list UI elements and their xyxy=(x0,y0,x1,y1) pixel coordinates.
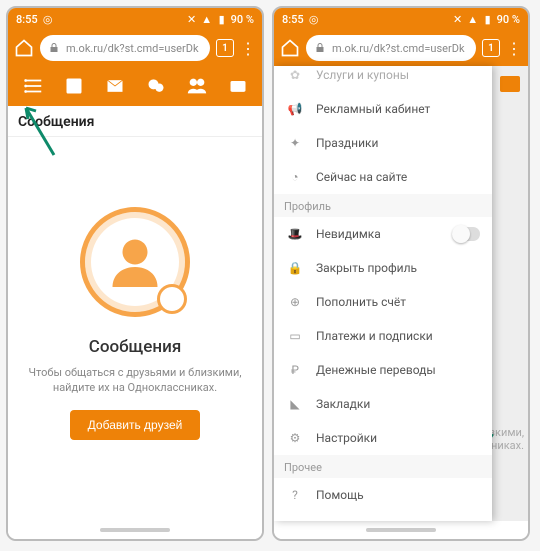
battery-icon: ▮ xyxy=(216,13,228,25)
app-icon: ◎ xyxy=(42,13,54,25)
bookmark-icon: ◣ xyxy=(286,395,304,413)
tab-count[interactable]: 1 xyxy=(482,39,500,57)
menu-item-label: Закладки xyxy=(316,397,370,411)
hamburger-icon[interactable] xyxy=(22,75,44,97)
friends-icon[interactable] xyxy=(186,75,208,97)
hat-icon: 🎩 xyxy=(286,225,304,243)
lock-icon xyxy=(314,42,326,54)
toggle-switch[interactable] xyxy=(452,227,480,241)
menu-dots-icon[interactable]: ⋮ xyxy=(506,38,522,58)
menu-item[interactable]: ▭ Платежи и подписки xyxy=(274,319,492,353)
section-title: Сообщения xyxy=(8,106,262,137)
status-time: 8:55 xyxy=(282,13,304,26)
empty-heading: Сообщения xyxy=(89,337,182,357)
menu-item[interactable]: 🎩 Невидимка xyxy=(274,217,492,251)
menu-item[interactable]: ✦ Праздники xyxy=(274,126,492,160)
wallet-icon: ▭ xyxy=(286,327,304,345)
avatar-placeholder-icon xyxy=(80,207,190,317)
menu-item-label: Настройки xyxy=(316,431,377,445)
menu-item-label: Рекламный кабинет xyxy=(316,102,430,116)
browser-bar: m.ok.ru/dk?st.cmd=userDk 1 ⋮ xyxy=(274,30,528,66)
phone-right: 8:55 ◎ ✕ ▲ ▮ 90 % m.ok.ru/dk?st.cmd=user… xyxy=(272,6,530,541)
status-bar: 8:55 ◎ ✕ ▲ ▮ 90 % xyxy=(8,8,262,30)
menu-item-label: Помощь xyxy=(316,488,364,502)
feed-icon[interactable] xyxy=(63,75,85,97)
status-time: 8:55 xyxy=(16,13,38,26)
url-text: m.ok.ru/dk?st.cmd=userDk xyxy=(332,42,465,55)
calendar-icon: ✦ xyxy=(286,134,304,152)
tag-icon: ✿ xyxy=(286,66,304,84)
wallet-icon[interactable] xyxy=(227,75,249,97)
signal-icon: ▲ xyxy=(201,13,213,25)
menu-item-label: Невидимка xyxy=(316,227,381,241)
menu-item-label: Пополнить счёт xyxy=(316,295,406,309)
menu-item[interactable]: ? Помощь xyxy=(274,478,492,512)
clock-icon: ◔ xyxy=(286,168,304,186)
battery-pct: 90 % xyxy=(231,13,254,26)
lock-icon: 🔒 xyxy=(286,259,304,277)
monitor-icon: 🖵 xyxy=(286,520,304,521)
menu-item[interactable]: 🔒 Закрыть профиль xyxy=(274,251,492,285)
menu-item-label: Платежи и подписки xyxy=(316,329,433,343)
group-header: Прочее xyxy=(274,455,492,478)
ruble-icon: ₽ xyxy=(286,361,304,379)
top-nav xyxy=(8,66,262,106)
menu-item-label: Праздники xyxy=(316,136,378,150)
url-bar[interactable]: m.ok.ru/dk?st.cmd=userDk xyxy=(40,35,210,61)
discussions-icon[interactable] xyxy=(145,75,167,97)
home-icon[interactable] xyxy=(280,38,300,58)
empty-state: Сообщения Чтобы общаться с друзьями и бл… xyxy=(8,137,262,440)
menu-item[interactable]: ₽ Денежные переводы xyxy=(274,353,492,387)
battery-pct: 90 % xyxy=(497,13,520,26)
megaphone-icon: 📢 xyxy=(286,100,304,118)
add-friends-button[interactable]: Добавить друзей xyxy=(70,410,201,440)
drawer-menu: ✿ Услуги и купоны 📢 Рекламный кабинет ✦ Пра… xyxy=(274,66,492,521)
status-bar: 8:55 ◎ ✕ ▲ ▮ 90 % xyxy=(274,8,528,30)
menu-item-label: Услуги и купоны xyxy=(316,68,409,82)
menu-item[interactable]: 📢 Рекламный кабинет xyxy=(274,92,492,126)
menu-item[interactable]: ⊕ Пополнить счёт xyxy=(274,285,492,319)
menu-item[interactable]: ⚙ Настройки xyxy=(274,421,492,455)
url-bar[interactable]: m.ok.ru/dk?st.cmd=userDk xyxy=(306,35,476,61)
signal-icon: ▲ xyxy=(467,13,479,25)
group-header: Профиль xyxy=(274,194,492,217)
browser-bar: m.ok.ru/dk?st.cmd=userDk 1 ⋮ xyxy=(8,30,262,66)
mail-icon[interactable] xyxy=(104,75,126,97)
gesture-handle[interactable] xyxy=(8,521,262,539)
menu-item[interactable]: ✿ Услуги и купоны xyxy=(274,66,492,92)
menu-item[interactable]: ◔ Сейчас на сайте xyxy=(274,160,492,194)
menu-item[interactable]: ◣ Закладки xyxy=(274,387,492,421)
menu-item-label: Денежные переводы xyxy=(316,363,436,377)
wallet-peek-icon xyxy=(500,76,520,92)
gesture-handle[interactable] xyxy=(274,521,528,539)
wifi-off-icon: ✕ xyxy=(452,13,464,25)
phone-left: 8:55 ◎ ✕ ▲ ▮ 90 % m.ok.ru/dk?st.cmd=user… xyxy=(6,6,264,541)
gear-icon: ⚙ xyxy=(286,429,304,447)
url-text: m.ok.ru/dk?st.cmd=userDk xyxy=(66,42,199,55)
home-icon[interactable] xyxy=(14,38,34,58)
help-icon: ? xyxy=(286,486,304,504)
wifi-off-icon: ✕ xyxy=(186,13,198,25)
battery-icon: ▮ xyxy=(482,13,494,25)
menu-dots-icon[interactable]: ⋮ xyxy=(240,38,256,58)
plus-circle-icon: ⊕ xyxy=(286,293,304,311)
content-area: Сообщения Сообщения Чтобы общаться с дру… xyxy=(8,106,262,521)
magnifier-icon xyxy=(157,284,187,314)
app-icon: ◎ xyxy=(308,13,320,25)
menu-item-label: Сейчас на сайте xyxy=(316,170,407,184)
menu-item-label: Закрыть профиль xyxy=(316,261,417,275)
tab-count[interactable]: 1 xyxy=(216,39,234,57)
menu-item[interactable]: 🖵Полная версия сайта xyxy=(274,512,492,521)
empty-subtext: Чтобы общаться с друзьями и близкими, на… xyxy=(8,365,262,396)
lock-icon xyxy=(48,42,60,54)
